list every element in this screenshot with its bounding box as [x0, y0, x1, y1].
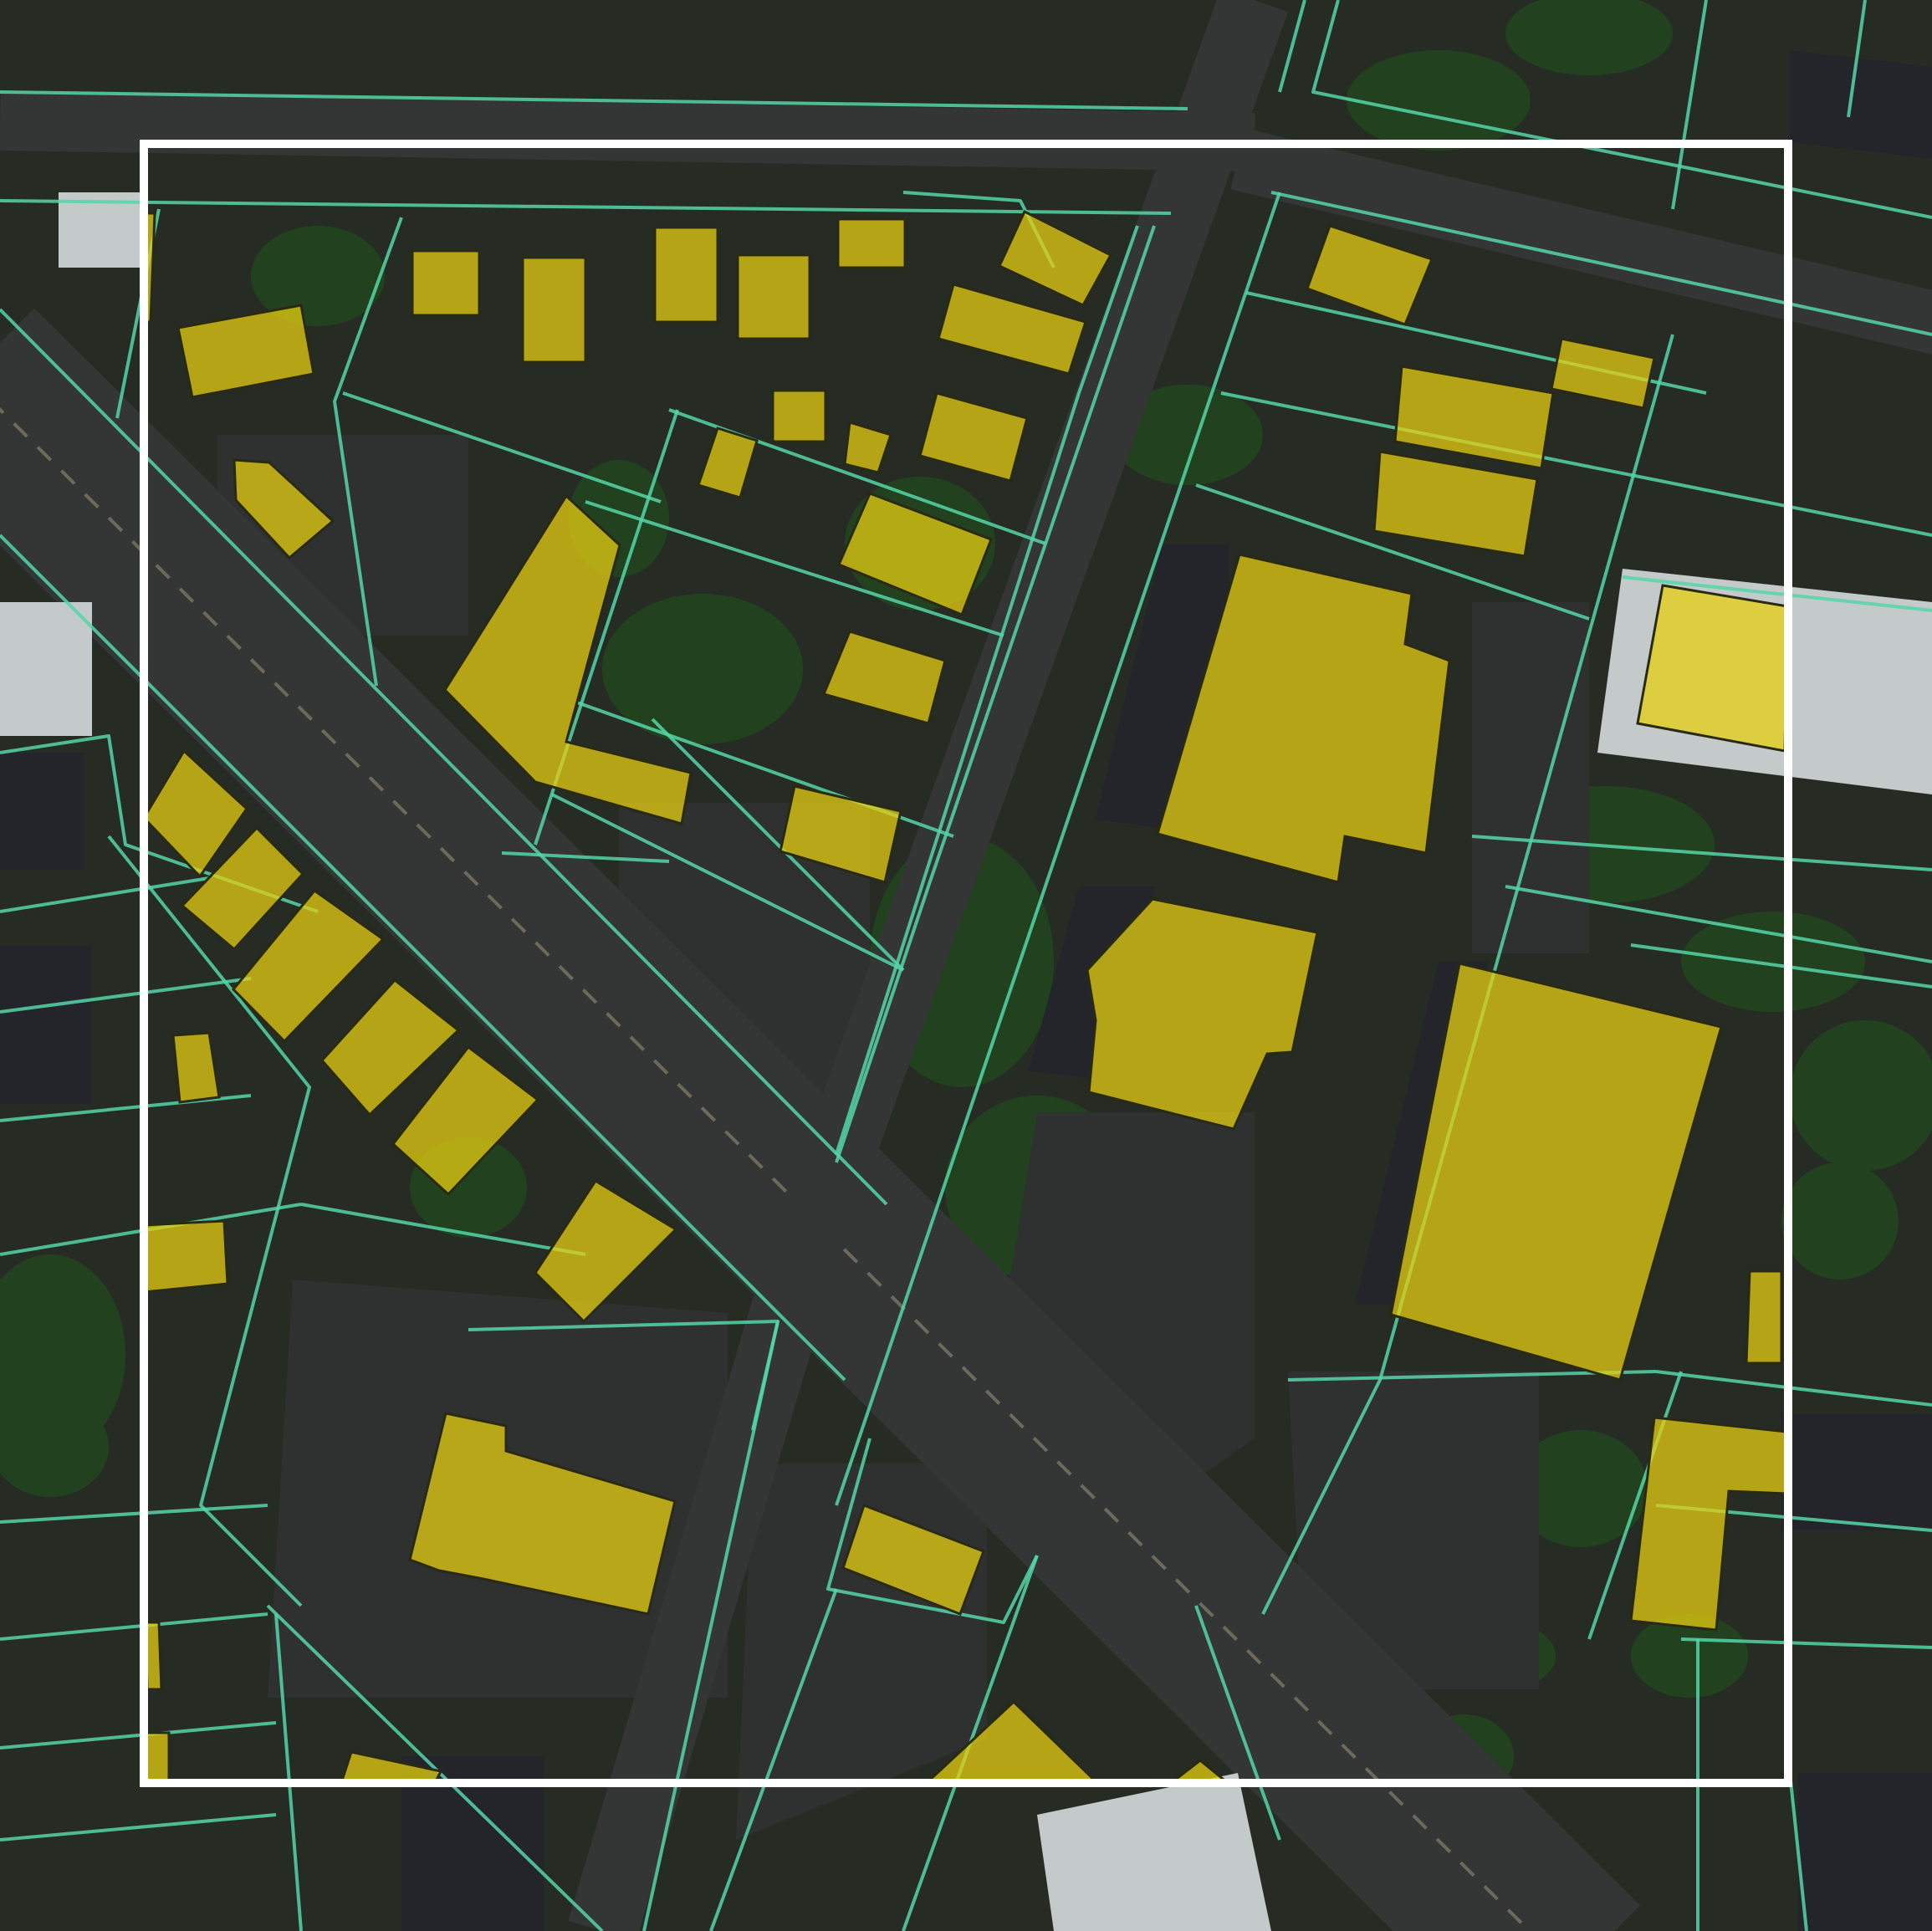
map-canvas[interactable]: [0, 0, 1932, 1931]
building-footprint[interactable]: [736, 253, 811, 340]
building-footprint[interactable]: [142, 1219, 229, 1294]
building-footprint[interactable]: [1745, 1269, 1783, 1365]
building-footprint[interactable]: [653, 226, 719, 324]
building-footprint[interactable]: [771, 389, 827, 443]
building-footprint[interactable]: [521, 256, 587, 364]
building-footprint[interactable]: [836, 217, 907, 269]
building-footprint[interactable]: [411, 249, 481, 317]
building-footprint[interactable]: [1636, 584, 1789, 753]
